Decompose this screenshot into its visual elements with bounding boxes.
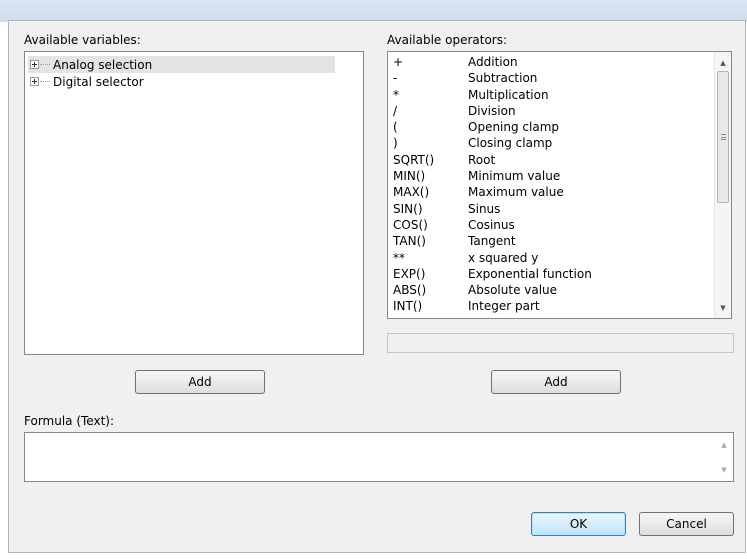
operator-row[interactable]: MIN() Minimum value (388, 168, 713, 184)
variables-label: Available variables: (24, 33, 141, 47)
operators-scrollbar[interactable]: ▲ ▼ (714, 52, 731, 318)
operator-row[interactable]: SQRT() Root (388, 152, 713, 168)
tree-connector (40, 64, 50, 65)
formula-textarea[interactable] (25, 433, 715, 480)
formula-editor-dialog: Available variables: Analog selection Dig… (8, 20, 746, 553)
operator-description: Closing clamp (468, 136, 553, 151)
tree-node[interactable]: Analog selection (28, 56, 335, 73)
tree-node-label: Digital selector (53, 74, 144, 89)
tree-connector (40, 81, 50, 82)
operators-label: Available operators: (387, 33, 508, 47)
operator-symbol: ** (393, 250, 405, 265)
scroll-up-arrow-icon[interactable]: ▲ (716, 436, 732, 453)
operator-description: Absolute value (468, 283, 558, 298)
operator-row[interactable]: ** x squared y (388, 250, 713, 266)
operator-symbol: EXP() (393, 266, 426, 281)
operator-row[interactable]: INT() Integer part (388, 298, 713, 314)
operator-row[interactable]: * Multiplication (388, 87, 713, 103)
operator-row[interactable]: + Addition (388, 54, 713, 70)
operator-description: Opening clamp (468, 120, 560, 135)
operator-description: Maximum value (468, 185, 564, 200)
tree-expand-plus-icon[interactable] (30, 77, 39, 86)
operator-row[interactable]: MAX() Maximum value (388, 184, 713, 200)
operator-symbol: COS() (393, 217, 428, 232)
window-title-strip (0, 0, 747, 22)
add-variable-button[interactable]: Add (135, 370, 265, 394)
operator-row[interactable]: / Division (388, 103, 713, 119)
operator-description: Tangent (468, 234, 516, 249)
operator-description: Exponential function (468, 266, 592, 281)
formula-input-box[interactable]: ▲ ▼ (24, 432, 734, 482)
operator-description: Cosinus (468, 217, 515, 232)
operator-row[interactable]: EXP() Exponential function (388, 266, 713, 282)
tree-node[interactable]: Digital selector (28, 73, 144, 90)
tree-expand-plus-icon[interactable] (30, 60, 39, 69)
operator-row[interactable]: ABS() Absolute value (388, 282, 713, 298)
operator-description: x squared y (468, 250, 539, 265)
operator-description: Addition (468, 55, 518, 69)
operator-symbol: MAX() (393, 185, 430, 200)
tree-node-label: Analog selection (53, 57, 153, 72)
operator-symbol: ) (393, 136, 398, 151)
operator-symbol: SQRT() (393, 152, 435, 167)
operator-symbol: SIN() (393, 201, 423, 216)
formula-label: Formula (Text): (24, 414, 115, 428)
cancel-button[interactable]: Cancel (639, 512, 734, 536)
operator-row[interactable]: - Subtraction (388, 70, 713, 86)
add-operator-button[interactable]: Add (491, 370, 621, 394)
scroll-up-arrow-icon[interactable]: ▲ (715, 54, 731, 71)
operator-symbol: / (393, 103, 398, 118)
operator-row[interactable]: TAN() Tangent (388, 233, 713, 249)
operator-row[interactable]: SIN() Sinus (388, 201, 713, 217)
operator-description: Multiplication (468, 87, 549, 102)
grip-icon (721, 134, 726, 140)
operator-symbol: ABS() (393, 283, 427, 298)
operator-description-field (387, 333, 734, 353)
operator-symbol: + (393, 55, 404, 69)
operator-row[interactable]: ( Opening clamp (388, 119, 713, 135)
operator-symbol: ( (393, 120, 398, 135)
operator-description: Root (468, 152, 496, 167)
operator-symbol: MIN() (393, 169, 426, 184)
operators-list-items: + Addition - Subtraction * Multiplication / Div… (388, 52, 713, 318)
scroll-down-arrow-icon[interactable]: ▼ (716, 461, 732, 478)
ok-button[interactable]: OK (531, 512, 626, 536)
operator-symbol: - (393, 71, 398, 86)
operator-symbol: INT() (393, 299, 423, 314)
operators-list[interactable]: + Addition - Subtraction * Multiplication / Div… (387, 51, 732, 319)
operator-row[interactable]: ) Closing clamp (388, 135, 713, 151)
operator-symbol: TAN() (393, 234, 426, 249)
scrollbar-thumb[interactable] (717, 71, 729, 203)
operator-description: Sinus (468, 201, 501, 216)
operator-description: Minimum value (468, 169, 561, 184)
operator-symbol: * (393, 87, 399, 102)
operator-row[interactable]: COS() Cosinus (388, 217, 713, 233)
operator-description: Division (468, 103, 516, 118)
formula-scrollbar[interactable]: ▲ ▼ (716, 433, 733, 481)
operator-description: Subtraction (468, 71, 538, 86)
scroll-down-arrow-icon[interactable]: ▼ (715, 299, 731, 316)
operator-description: Integer part (468, 299, 540, 314)
variables-tree[interactable]: Analog selection Digital selector (24, 51, 364, 355)
